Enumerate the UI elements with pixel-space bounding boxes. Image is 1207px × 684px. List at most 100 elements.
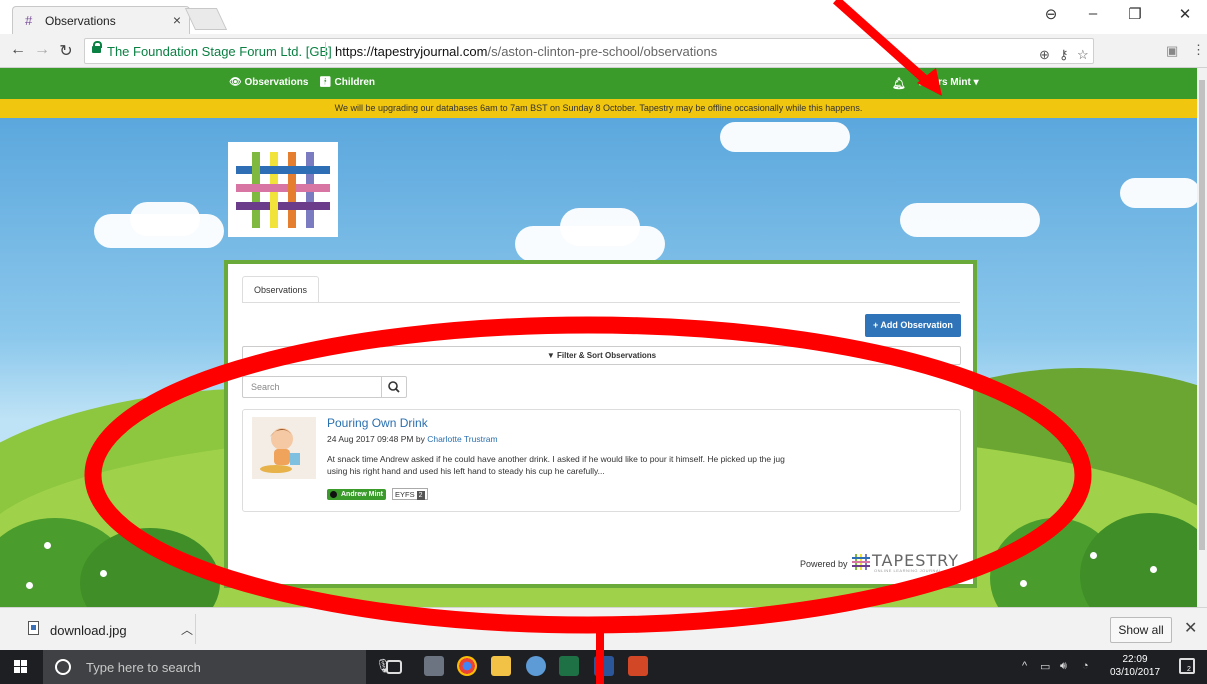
taskbar-search-box[interactable]: Type here to search 🎙︎ xyxy=(43,650,392,684)
publisher-app-icon[interactable] xyxy=(594,656,614,676)
site-top-nav: 👁 Observations 🚹︎ Children 🔔︎ ♙ Mrs Mint… xyxy=(0,68,1197,99)
eye-icon: 👁 xyxy=(229,77,245,88)
task-view-icon[interactable] xyxy=(386,660,402,674)
filter-sort-label: Filter & Sort Observations xyxy=(557,351,657,360)
url-path: /s/aston-clinton-pre-school/observations xyxy=(487,44,718,59)
new-tab-button[interactable] xyxy=(184,8,228,30)
page-scrollbar[interactable] xyxy=(1197,68,1207,607)
tab-observations[interactable]: Observations xyxy=(242,276,319,303)
zoom-icon[interactable]: ⊕ xyxy=(1039,47,1050,63)
show-all-button[interactable]: Show all xyxy=(1110,617,1172,643)
profile-icon[interactable]: ⊖ xyxy=(1036,5,1066,23)
search-icon xyxy=(388,381,400,393)
lock-icon xyxy=(92,41,102,55)
observation-author-link[interactable]: Charlotte Trustram xyxy=(427,434,497,444)
url-text[interactable]: https://tapestryjournal.com/s/aston-clin… xyxy=(335,44,717,59)
flower-decoration xyxy=(1090,552,1097,559)
chevron-up-icon[interactable]: ︿ xyxy=(181,621,193,638)
notification-bell-icon[interactable]: 🔔︎ xyxy=(892,77,906,90)
forward-arrow-icon[interactable]: → xyxy=(32,41,52,59)
user-menu-label: Mrs Mint xyxy=(929,77,971,88)
observation-thumbnail xyxy=(252,417,316,479)
nav-observations-label: Observations xyxy=(244,77,309,88)
clock-time: 22:09 xyxy=(1122,654,1148,665)
tapestry-mini-logo-icon xyxy=(852,554,870,570)
flower-decoration xyxy=(1020,580,1027,587)
search-input[interactable] xyxy=(242,376,382,398)
eyfs-tag[interactable]: EYFS 2 xyxy=(392,488,428,500)
cloud-decoration xyxy=(1120,178,1197,208)
url-host: https://tapestryjournal.com xyxy=(335,44,488,59)
download-bar-close-icon[interactable]: ✕ xyxy=(1184,618,1197,638)
flower-decoration xyxy=(44,542,51,549)
chrome-app-icon[interactable] xyxy=(457,656,477,676)
cloud-decoration xyxy=(720,122,850,152)
windows-taskbar: Type here to search 🎙︎ ^ ▭ 🔊︎ ◔ 22:09 03/… xyxy=(0,650,1207,684)
user-icon: ♙ xyxy=(918,77,930,88)
tapestry-tagline: ONLINE LEARNING JOURNAL xyxy=(874,568,942,573)
powerpoint-app-icon[interactable] xyxy=(628,656,648,676)
user-menu[interactable]: ♙ Mrs Mint ▾ xyxy=(918,77,979,88)
scrollbar-thumb[interactable] xyxy=(1199,80,1205,550)
cloud-decoration xyxy=(130,202,200,236)
observation-card[interactable]: Pouring Own Drink 24 Aug 2017 09:48 PM b… xyxy=(242,409,961,512)
flower-decoration xyxy=(100,570,107,577)
clock-date: 03/10/2017 xyxy=(1109,667,1161,678)
window-close-icon[interactable]: ✕ xyxy=(1170,5,1200,23)
add-observation-button[interactable]: + Add Observation xyxy=(865,314,961,337)
image-file-icon xyxy=(28,621,39,635)
address-bar-row: ← → ↻ The Foundation Stage Forum Ltd. [G… xyxy=(0,34,1207,68)
search-button[interactable] xyxy=(381,376,407,398)
child-icon: 🚹︎ xyxy=(319,77,335,88)
tab-divider xyxy=(242,302,960,303)
browser-tab-strip: # Observations × ⊖ – ❐ ✕ xyxy=(0,0,1207,34)
download-bar: download.jpg ︿ Show all ✕ xyxy=(0,607,1207,650)
battery-icon[interactable]: ▭ xyxy=(1040,660,1050,673)
flower-decoration xyxy=(1150,566,1157,573)
people-app-icon[interactable] xyxy=(424,656,444,676)
excel-app-icon[interactable] xyxy=(559,656,579,676)
action-center-icon[interactable]: 2 xyxy=(1179,658,1195,674)
eyfs-count-badge: 2 xyxy=(416,491,425,500)
nav-children-label: Children xyxy=(334,77,376,88)
browser-tab[interactable]: # Observations × xyxy=(12,6,190,34)
minimize-icon[interactable]: – xyxy=(1078,5,1108,22)
tray-chevron-icon[interactable]: ^ xyxy=(1022,660,1027,672)
secure-site-label: The Foundation Stage Forum Ltd. [GB] xyxy=(107,44,332,59)
media-app-icon[interactable] xyxy=(526,656,546,676)
filter-icon: ▼ xyxy=(546,351,557,360)
volume-icon[interactable]: 🔊︎ xyxy=(1060,660,1067,673)
notification-count: 2 xyxy=(1187,666,1191,673)
powered-by-label: Powered by xyxy=(800,559,848,569)
maintenance-banner: We will be upgrading our databases 6am t… xyxy=(0,99,1197,118)
browser-tab-title: Observations xyxy=(45,14,116,28)
child-tag[interactable]: Andrew Mint xyxy=(327,489,386,500)
reload-icon[interactable]: ↻ xyxy=(56,41,76,61)
taskbar-clock[interactable]: 22:09 03/10/2017 xyxy=(1105,653,1165,679)
key-icon[interactable]: ⚷ xyxy=(1059,47,1069,63)
cloud-decoration xyxy=(560,208,640,246)
file-explorer-icon[interactable] xyxy=(491,656,511,676)
cortana-icon xyxy=(55,659,71,675)
cloud-decoration xyxy=(900,203,1040,237)
back-arrow-icon[interactable]: ← xyxy=(8,41,28,59)
tab-close-icon[interactable]: × xyxy=(173,12,181,28)
bookmark-star-icon[interactable]: ☆ xyxy=(1077,47,1089,63)
windows-start-icon[interactable] xyxy=(14,660,28,674)
flower-decoration xyxy=(190,561,197,568)
download-item[interactable]: download.jpg ︿ xyxy=(8,614,196,644)
taskbar-search-placeholder: Type here to search xyxy=(86,660,201,675)
wifi-icon[interactable]: ◔ xyxy=(1082,660,1089,672)
url-omnibox[interactable]: The Foundation Stage Forum Ltd. [GB] htt… xyxy=(84,38,1094,64)
restore-icon[interactable]: ❐ xyxy=(1120,5,1150,23)
nav-observations-link[interactable]: 👁 Observations xyxy=(229,77,308,88)
observation-meta: 24 Aug 2017 09:48 PM by Charlotte Trustr… xyxy=(327,434,498,444)
observation-title[interactable]: Pouring Own Drink xyxy=(327,416,428,430)
filter-sort-button[interactable]: ▼ Filter & Sort Observations xyxy=(242,346,961,365)
menu-dots-icon[interactable]: ⋮ xyxy=(1192,42,1205,58)
nav-children-link[interactable]: 🚹︎ Children xyxy=(319,77,375,88)
download-file-name: download.jpg xyxy=(50,623,127,638)
tapestry-logo xyxy=(228,142,338,237)
eyfs-label: EYFS xyxy=(395,490,415,499)
extension-icon[interactable]: ▣ xyxy=(1166,43,1178,59)
